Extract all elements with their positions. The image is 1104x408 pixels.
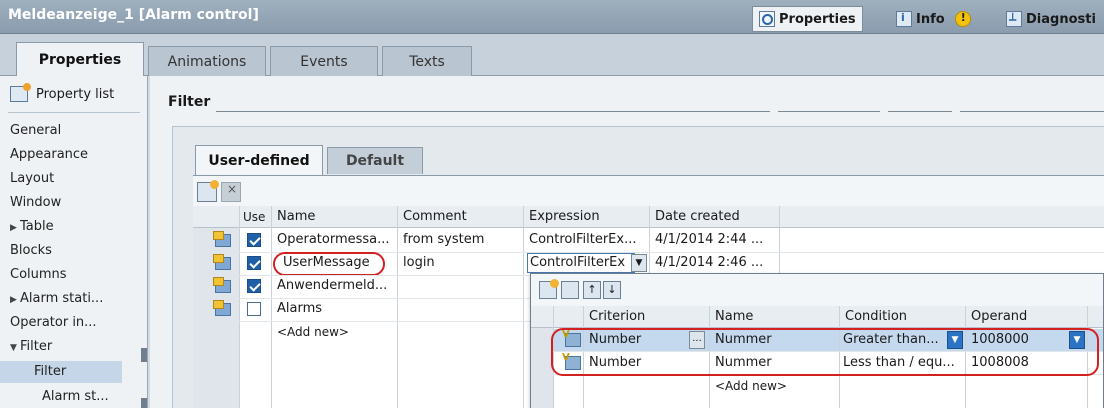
filter-underline	[960, 111, 1104, 112]
column-divider	[523, 206, 524, 408]
column-divider	[239, 206, 240, 408]
title-bar: Meldeanzeige_1 [Alarm control] Propertie…	[0, 0, 1104, 34]
filter-date-cell: 4/1/2014 2:46 ...	[655, 255, 764, 270]
collapse-arrow-icon[interactable]: ▼	[10, 337, 20, 359]
nav-scroll-marker[interactable]	[141, 398, 147, 408]
use-checkbox[interactable]	[247, 256, 261, 270]
info-icon	[896, 11, 912, 27]
property-list-icon	[10, 83, 31, 102]
warning-icon	[954, 11, 971, 27]
tab-animations[interactable]: Animations	[148, 46, 266, 76]
filter-comment-cell[interactable]: from system	[403, 229, 521, 251]
filter-name-cell[interactable]: Anwendermeld...	[277, 275, 395, 297]
nav-item-blocks[interactable]: Blocks	[10, 240, 52, 262]
nav-item-general[interactable]: General	[10, 120, 61, 142]
header-date-created[interactable]: Date created	[655, 206, 740, 228]
header-operand[interactable]: Operand	[971, 306, 1027, 328]
nav-item-filter[interactable]: Filter	[0, 361, 122, 383]
use-checkbox[interactable]	[247, 233, 261, 247]
filter-row-icon	[213, 254, 231, 270]
info-view-label: Info	[916, 11, 945, 27]
nav-item-table-label: Table	[20, 219, 54, 234]
use-checkbox[interactable]	[247, 302, 261, 316]
info-view-button[interactable]: Info	[890, 8, 977, 30]
header-condition[interactable]: Condition	[845, 306, 907, 328]
add-new-criterion[interactable]: <Add new>	[715, 375, 837, 397]
highlight-ellipse	[551, 328, 1099, 376]
nav-item-alarm-state[interactable]: Alarm st...	[42, 386, 109, 408]
properties-view-label: Properties	[779, 11, 856, 27]
magnifier-icon	[759, 11, 775, 27]
main-tab-bar: Properties Animations Events Texts	[0, 34, 1104, 77]
property-list-label: Property list	[36, 86, 115, 102]
expand-arrow-icon[interactable]: ▶	[10, 289, 20, 311]
filter-expression-cell[interactable]: ControlFilterEx...	[529, 229, 647, 251]
filter-date-cell: 4/1/2014 2:44 ...	[655, 232, 764, 247]
window-title: Meldeanzeige_1 [Alarm control]	[8, 7, 259, 23]
nav-item-columns[interactable]: Columns	[10, 264, 67, 286]
nav-item-alarm-statistics[interactable]: ▶ Alarm stati...	[10, 288, 103, 310]
use-checkbox[interactable]	[247, 279, 261, 293]
header-name[interactable]: Name	[277, 206, 315, 228]
highlight-ellipse	[273, 252, 385, 276]
property-navigation: Property list General Appearance Layout …	[0, 76, 148, 408]
expression-dropdown-arrow-icon[interactable]: ▼	[631, 254, 647, 272]
filter-row-icon	[213, 231, 231, 247]
nav-item-layout[interactable]: Layout	[10, 168, 54, 190]
nav-item-filter-group-label: Filter	[20, 339, 53, 354]
filter-underline	[888, 111, 952, 112]
header-use[interactable]: Use	[243, 206, 265, 228]
header-comment[interactable]: Comment	[403, 206, 467, 228]
add-filter-icon[interactable]	[197, 180, 219, 202]
nav-scroll-marker[interactable]	[141, 348, 147, 362]
property-list-button[interactable]: Property list	[10, 83, 115, 102]
column-divider	[397, 206, 398, 408]
move-up-icon[interactable]: ↑	[583, 281, 601, 299]
header-criterion[interactable]: Criterion	[589, 306, 645, 328]
add-criterion-icon[interactable]	[539, 279, 559, 299]
expression-dropdown[interactable]: ControlFilterEx	[527, 253, 635, 273]
nav-item-table[interactable]: ▶ Table	[10, 216, 54, 238]
diagnostics-icon	[1006, 10, 1022, 27]
filter-row-icon	[213, 300, 231, 316]
tab-user-defined[interactable]: User-defined	[195, 145, 323, 175]
tab-default[interactable]: Default	[327, 147, 423, 174]
header-expression[interactable]: Expression	[529, 206, 600, 228]
properties-view-button[interactable]: Properties	[752, 6, 863, 32]
tab-properties[interactable]: Properties	[16, 42, 144, 77]
filter-underline	[216, 111, 770, 112]
diagnostics-view-button[interactable]: Diagnosti	[1000, 8, 1102, 30]
nav-item-alarm-statistics-label: Alarm stati...	[20, 291, 104, 306]
move-down-icon[interactable]: ↓	[603, 281, 621, 299]
nav-item-window[interactable]: Window	[10, 192, 61, 214]
filter-name-cell[interactable]: Alarms	[277, 298, 395, 320]
filter-underline	[778, 111, 880, 112]
delete-filter-icon[interactable]	[221, 182, 241, 202]
nav-item-filter-group[interactable]: ▼ Filter	[10, 336, 52, 358]
expand-arrow-icon[interactable]: ▶	[10, 217, 20, 239]
nav-item-appearance[interactable]: Appearance	[10, 144, 88, 166]
filter-comment-cell[interactable]: login	[403, 252, 521, 274]
diagnostics-view-label: Diagnosti	[1026, 11, 1096, 27]
remove-criterion-icon[interactable]	[561, 281, 579, 299]
nav-divider	[8, 112, 140, 113]
header-criteria-name[interactable]: Name	[715, 306, 753, 328]
nav-item-operator-input[interactable]: Operator in...	[10, 312, 97, 334]
tab-texts[interactable]: Texts	[382, 46, 472, 76]
filter-heading: Filter	[168, 94, 211, 110]
filter-criteria-popup: ↑ ↓ Criterion Name Condition Operand Num…	[530, 273, 1104, 408]
tab-events[interactable]: Events	[270, 46, 378, 76]
column-divider	[271, 206, 272, 408]
criteria-grid: Criterion Name Condition Operand Number …	[531, 306, 1103, 408]
add-new-filter[interactable]: <Add new>	[277, 321, 395, 343]
filter-row-icon	[213, 277, 231, 293]
filter-name-cell[interactable]: Operatormessa...	[277, 229, 395, 251]
